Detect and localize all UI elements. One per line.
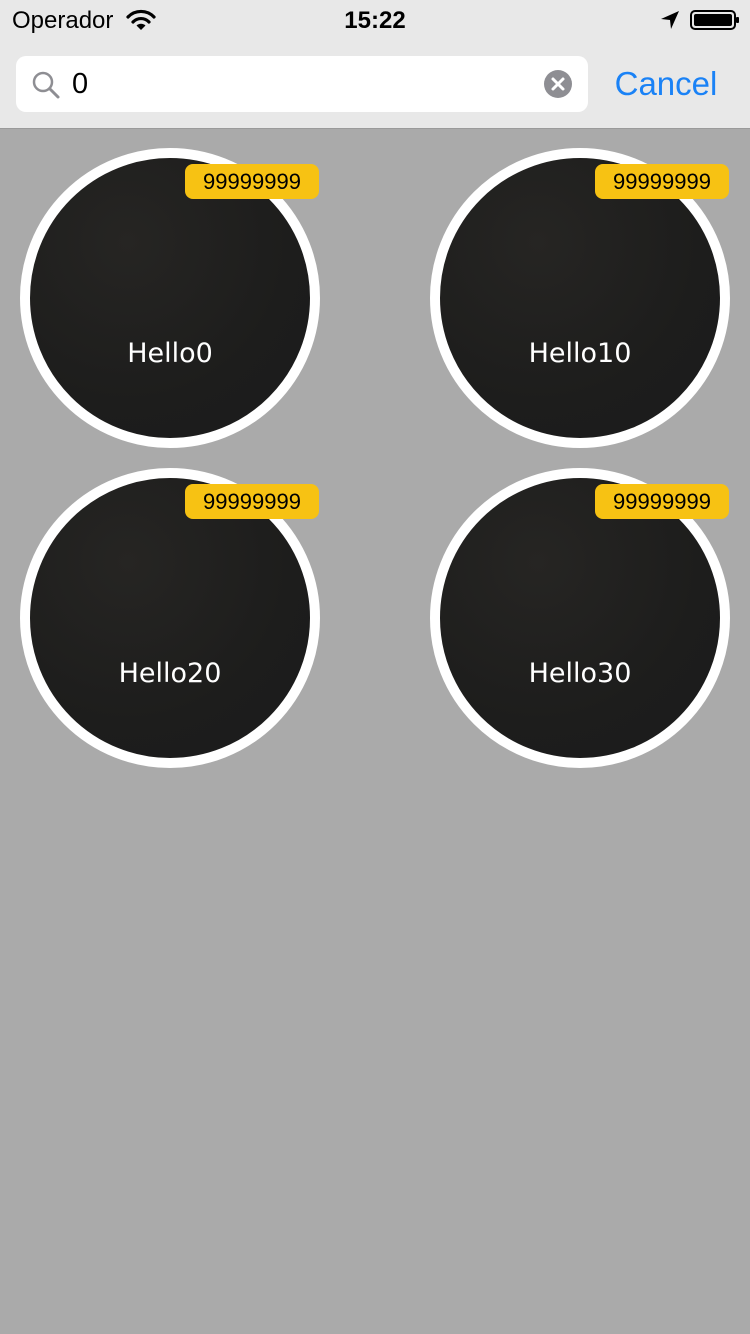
result-title: Hello30 [528, 658, 632, 689]
result-item-hello0[interactable]: Hello0 99999999 [20, 148, 320, 448]
result-item-hello10[interactable]: Hello10 99999999 [430, 148, 730, 448]
result-item-hello20[interactable]: Hello20 99999999 [20, 468, 320, 768]
search-input[interactable] [72, 56, 532, 112]
search-bar[interactable] [16, 56, 588, 112]
status-time: 15:22 [344, 7, 406, 34]
location-arrow-icon [661, 11, 679, 29]
count-badge: 99999999 [185, 164, 319, 199]
result-title: Hello0 [127, 338, 213, 369]
result-title: Hello20 [118, 658, 222, 689]
count-badge: 99999999 [595, 164, 729, 199]
status-bar: Operador 15:22 [0, 0, 750, 40]
count-badge: 99999999 [185, 484, 319, 519]
battery-icon [690, 10, 739, 30]
result-title: Hello10 [528, 338, 632, 369]
result-item-hello30[interactable]: Hello30 99999999 [430, 468, 730, 768]
cancel-button[interactable]: Cancel [598, 56, 734, 112]
top-bar: Operador 15:22 Cancel [0, 0, 750, 129]
results-grid: Hello0 99999999 Hello10 99999999 Hello20… [0, 129, 750, 1334]
clear-icon[interactable] [543, 69, 573, 99]
count-badge: 99999999 [595, 484, 729, 519]
search-icon [32, 71, 60, 99]
